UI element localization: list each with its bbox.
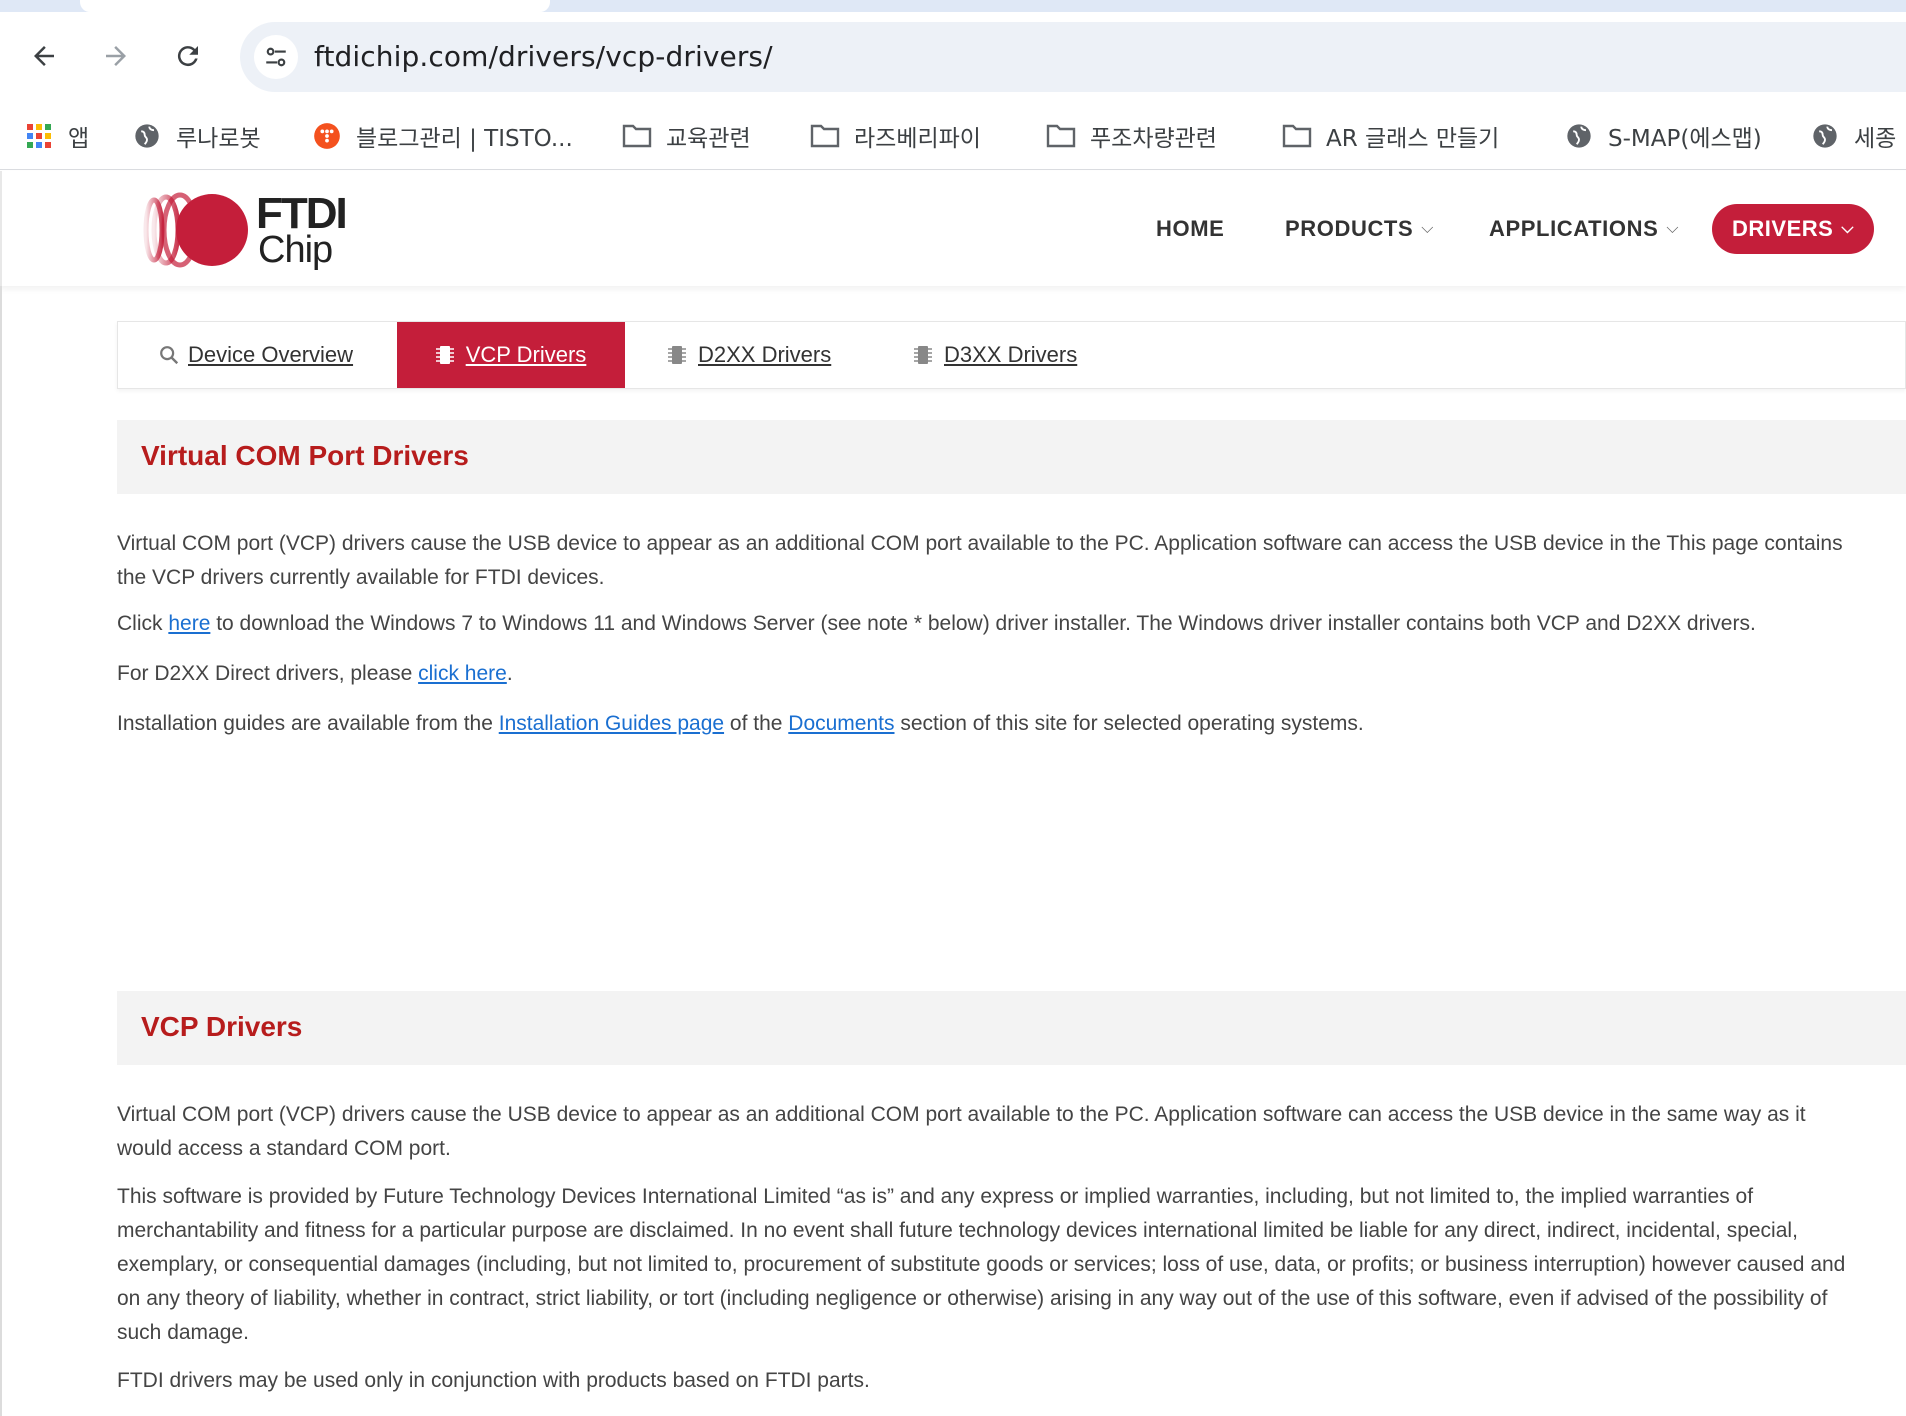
bookmark-label: 푸조차량관련 [1090,126,1217,152]
installation-paragraph: Installation guides are available from t… [117,707,1857,741]
tab-label: VCP Drivers [465,342,587,367]
bookmark-lunarobot[interactable]: 루나로봇 [132,114,261,158]
nav-products[interactable]: PRODUCTS ⌵ [1285,171,1434,286]
section-header-vcp: Virtual COM Port Drivers [117,420,1906,494]
ftdi-logo-mark [143,192,248,268]
bookmark-folder-ar-glass[interactable]: AR 글래스 만들기 [1282,114,1499,158]
disclaimer-paragraph: This software is provided by Future Tech… [117,1185,1846,1344]
folder-icon [1046,121,1076,151]
installation-guides-link[interactable]: Installation Guides page [499,712,724,735]
bookmark-folder-peugeot[interactable]: 푸조차량관련 [1046,114,1217,158]
section-title: Virtual COM Port Drivers [141,440,469,471]
chip-icon [668,344,686,366]
download-paragraph: Click here to download the Windows 7 to … [117,607,1857,641]
browser-toolbar: ftdichip.com/drivers/vcp-drivers/ [0,12,1906,102]
bookmark-label: 세종 [1854,126,1897,152]
globe-icon [1564,121,1594,151]
arrow-left-icon [34,46,54,66]
tab-device-overview[interactable]: Device Overview [158,322,353,388]
chevron-down-icon: ⌵ [1421,219,1434,237]
nav-products-label: PRODUCTS [1285,215,1414,241]
documents-link[interactable]: Documents [788,712,894,735]
d2xx-click-here-link[interactable]: click here [418,662,507,685]
vcp-description-paragraph: Virtual COM port (VCP) drivers cause the… [117,1103,1806,1160]
url-text[interactable]: ftdichip.com/drivers/vcp-drivers/ [314,40,773,73]
driver-subtabs: Device Overview VCP Drivers D2XX Drivers… [117,321,1906,389]
d2xx-paragraph: For D2XX Direct drivers, please click he… [117,657,1857,691]
nav-drivers-button[interactable]: DRIVERS ⌵ [1712,204,1874,254]
usage-note-paragraph: FTDI drivers may be used only in conjunc… [117,1369,870,1392]
apps-grid-icon [24,121,54,151]
chevron-down-icon: ⌵ [1666,219,1680,237]
globe-icon [132,121,162,151]
browser-tab-strip [0,0,1906,12]
globe-icon [1810,121,1840,151]
bookmark-label: S-MAP(에스맵) [1608,126,1762,152]
section-header-vcp-drivers: VCP Drivers [117,991,1906,1065]
tune-icon [266,47,286,67]
tab-label: D3XX Drivers [944,342,1078,367]
reload-button[interactable] [162,30,214,82]
ftdi-logo[interactable]: FTDI Chip [132,185,352,275]
text-fragment: Click [117,612,169,635]
chip-icon [914,344,932,366]
window-left-edge [0,286,2,1416]
nav-home-label: HOME [1156,215,1225,241]
bookmark-sejong[interactable]: 세종 [1810,114,1896,158]
bookmark-label: 블로그관리 | TISTO... [356,126,573,152]
text-fragment: . [506,662,513,685]
bookmark-smap[interactable]: S-MAP(에스맵) [1564,114,1762,158]
folder-icon [1282,121,1312,151]
nav-applications-label: APPLICATIONS [1489,215,1659,241]
section-title: VCP Drivers [141,1011,303,1042]
chip-icon [435,344,454,366]
tistory-icon [312,121,342,151]
bookmark-label: 라즈베리파이 [854,126,981,152]
text-fragment: section of this site for selected operat… [894,712,1364,735]
bookmark-tistory[interactable]: 블로그관리 | TISTO... [312,114,573,158]
bookmark-folder-raspberrypi[interactable]: 라즈베리파이 [810,114,981,158]
active-browser-tab[interactable] [80,0,550,12]
bookmark-label: AR 글래스 만들기 [1326,126,1500,152]
arrow-right-icon [106,46,126,66]
address-bar[interactable]: ftdichip.com/drivers/vcp-drivers/ [240,22,1906,92]
bookmark-label: 교육관련 [666,126,751,152]
tab-label: D2XX Drivers [698,342,832,367]
forward-button[interactable] [90,30,142,82]
back-button[interactable] [18,30,70,82]
bookmarks-bar: 앱 루나로봇 블로그관리 | TISTO... 교육관련 라즈베리파이 푸조차량… [0,102,1906,170]
text-fragment: of the [724,712,789,735]
nav-drivers-label: DRIVERS [1732,216,1834,241]
tab-vcp-drivers[interactable]: VCP Drivers [397,322,625,388]
text-fragment: to download the Windows 7 to Windows 11 … [210,612,1756,635]
bookmark-label: 앱 [68,126,90,152]
nav-applications[interactable]: APPLICATIONS ⌵ [1489,171,1679,286]
text-fragment: For D2XX Direct drivers, please [117,662,419,685]
search-icon [158,344,179,366]
tab-d2xx-drivers[interactable]: D2XX Drivers [668,322,831,388]
download-here-link[interactable]: here [168,612,210,635]
tab-d3xx-drivers[interactable]: D3XX Drivers [914,322,1077,388]
logo-text-chip: Chip [258,229,333,271]
tab-label: Device Overview [188,342,354,367]
text-fragment: Installation guides are available from t… [117,712,499,735]
bookmark-apps[interactable]: 앱 [24,114,89,158]
intro-paragraph: Virtual COM port (VCP) drivers cause the… [117,532,1843,589]
bookmark-folder-education[interactable]: 교육관련 [622,114,751,158]
chevron-down-icon: ⌵ [1841,220,1854,237]
reload-icon [177,46,198,67]
site-header: FTDI Chip HOME PRODUCTS ⌵ APPLICATIONS ⌵… [0,171,1906,286]
site-info-button[interactable] [254,35,298,79]
folder-icon [810,121,840,151]
folder-icon [622,121,652,151]
nav-home[interactable]: HOME [1156,171,1224,286]
bookmark-label: 루나로봇 [176,126,261,152]
